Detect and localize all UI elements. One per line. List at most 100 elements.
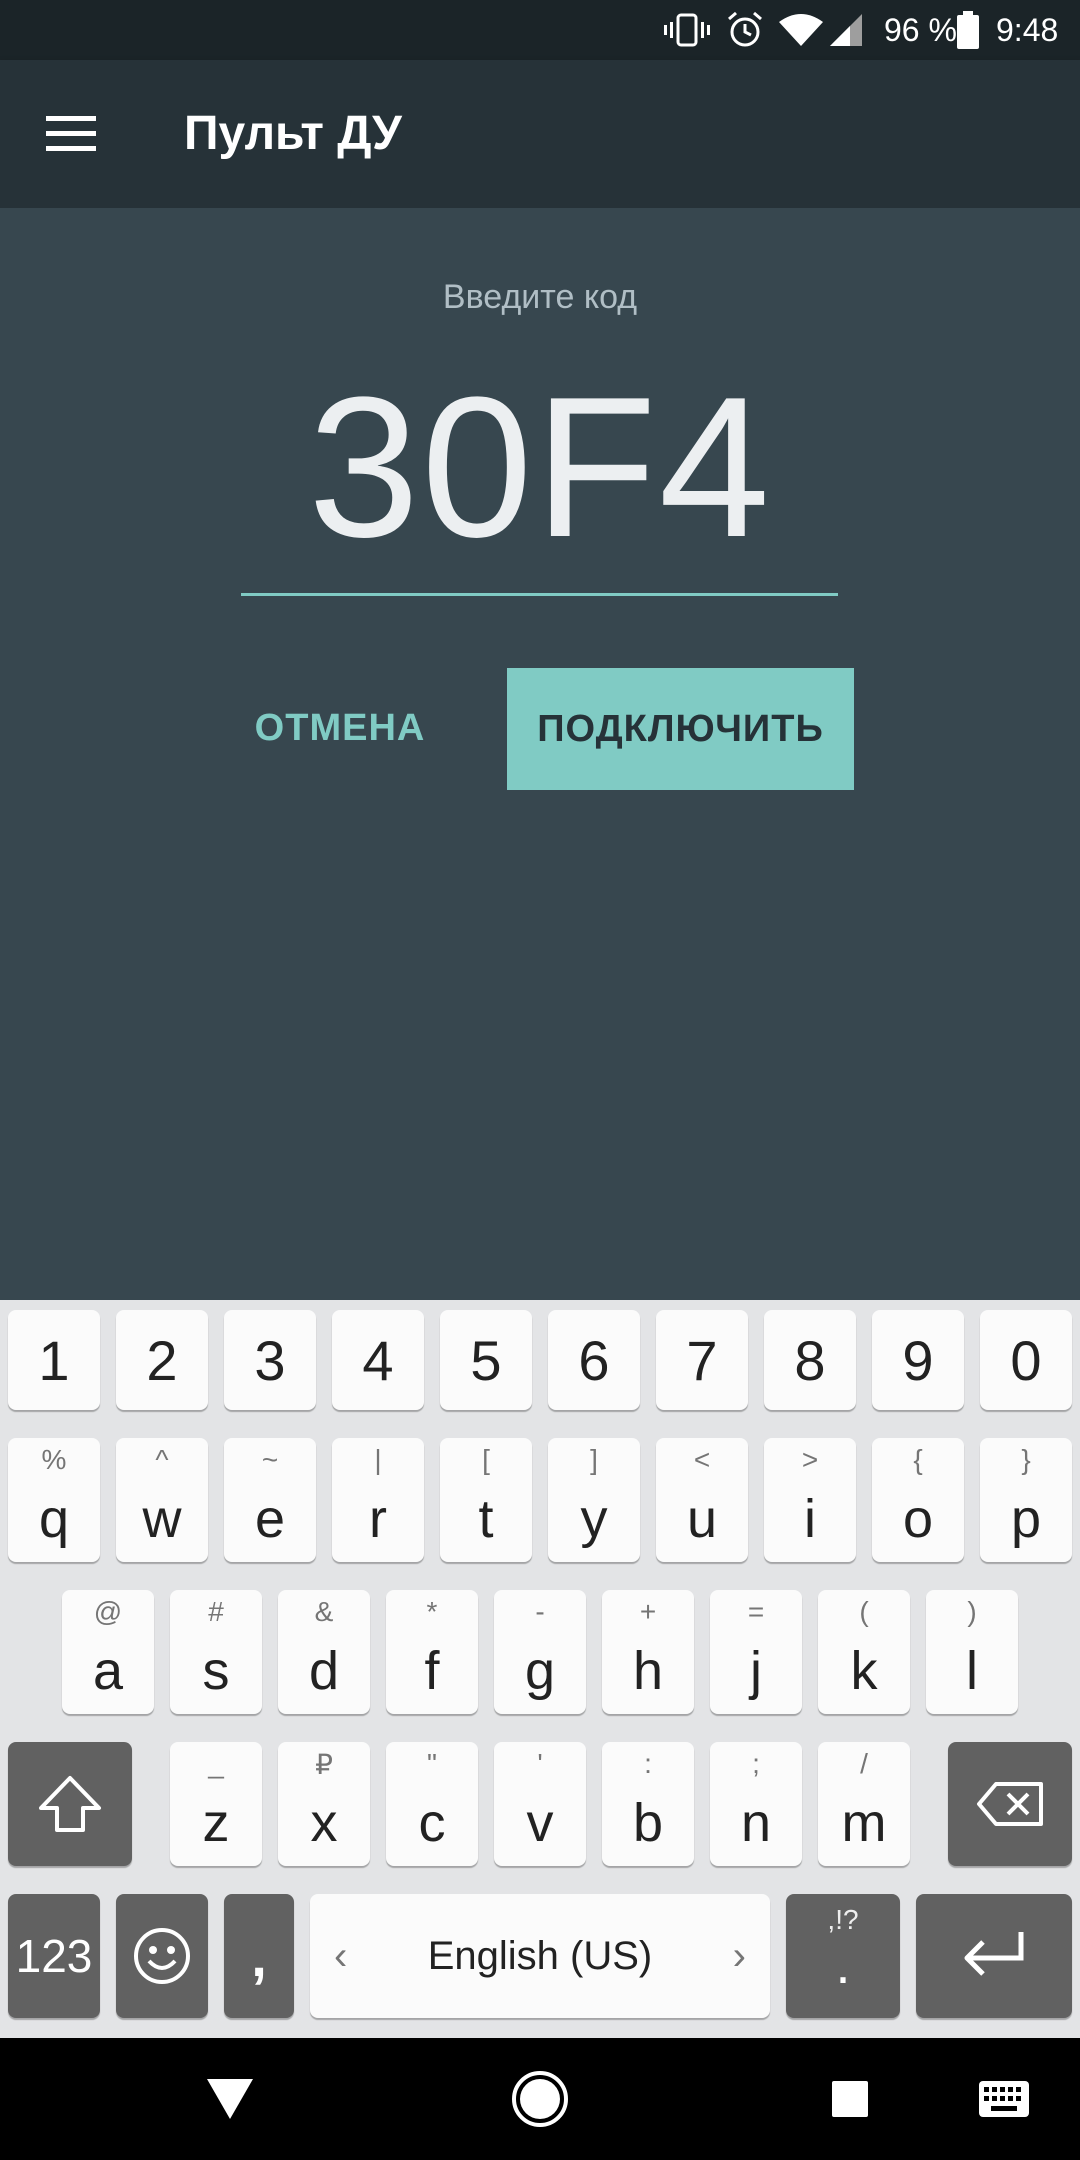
key-h[interactable]: + h (602, 1590, 694, 1714)
key-label: y (580, 1489, 608, 1549)
space-key[interactable]: ‹ English (US) › (310, 1894, 770, 2018)
key-e[interactable]: ~ e (224, 1438, 316, 1562)
key-3[interactable]: 3 (224, 1310, 316, 1410)
recents-button[interactable] (780, 2038, 920, 2160)
key-hint: - (535, 1596, 545, 1627)
back-button[interactable] (160, 2038, 300, 2160)
shift-key[interactable] (8, 1742, 132, 1866)
key-label: i (804, 1489, 816, 1549)
home-button[interactable] (470, 2038, 610, 2160)
key-j[interactable]: = j (710, 1590, 802, 1714)
key-f[interactable]: * f (386, 1590, 478, 1714)
key-label: e (254, 1489, 286, 1549)
app-bar: Пульт ДУ (0, 60, 1080, 208)
key-u[interactable]: < u (656, 1438, 748, 1562)
key-label: o (902, 1489, 934, 1549)
menu-button[interactable] (28, 94, 114, 174)
key-label: b (632, 1793, 664, 1853)
key-hint: < (693, 1444, 711, 1475)
key-hint: ) (967, 1596, 977, 1627)
key-k[interactable]: (k (818, 1590, 910, 1714)
wifi-icon (778, 0, 824, 60)
key-1[interactable]: 1 (8, 1310, 100, 1410)
clock-text: 9:48 (996, 11, 1059, 48)
emoji-key[interactable] (116, 1894, 208, 2018)
key-6[interactable]: 6 (548, 1310, 640, 1410)
key-7[interactable]: 7 (656, 1310, 748, 1410)
key-label: r (369, 1489, 387, 1549)
key-c[interactable]: " c (386, 1742, 478, 1866)
key-d[interactable]: & d (278, 1590, 370, 1714)
cancel-button[interactable]: ОТМЕНА (222, 668, 458, 788)
key-g[interactable]: -g (494, 1590, 586, 1714)
key-label: . (835, 1935, 851, 1995)
comma-key[interactable]: , (224, 1894, 294, 2018)
key-4[interactable]: 4 (332, 1310, 424, 1410)
key-label: q (38, 1489, 70, 1549)
key-q[interactable]: % q (8, 1438, 100, 1562)
key-label: x (310, 1793, 338, 1853)
code-prompt-label: Введите код (442, 278, 638, 316)
key-0[interactable]: 0 (980, 1310, 1072, 1410)
key-o[interactable]: {o (872, 1438, 964, 1562)
key-hint: ' (537, 1748, 543, 1779)
key-i[interactable]: > i (764, 1438, 856, 1562)
key-w[interactable]: ^ w (116, 1438, 208, 1562)
key-label: 1 (38, 1328, 70, 1392)
key-label: u (686, 1489, 718, 1549)
key-z[interactable]: _ z (170, 1742, 262, 1866)
key-label: f (424, 1641, 440, 1701)
key-hint: " (427, 1748, 437, 1779)
status-bar: 96 % 9:48 (0, 0, 1080, 60)
key-label: n (740, 1793, 772, 1853)
key-hint: @ (93, 1596, 123, 1627)
key-label: p (1010, 1489, 1042, 1549)
symbols-key[interactable]: 123 (8, 1894, 100, 2018)
key-hint: | (374, 1444, 382, 1475)
key-label: 7 (686, 1328, 718, 1392)
recents-icon (832, 2081, 868, 2117)
shift-icon (39, 1776, 101, 1832)
code-input[interactable]: 30F4 (0, 358, 1080, 578)
pairing-panel: Введите код 30F4 ОТМЕНА ПОДКЛЮЧИТЬ (0, 208, 1080, 1300)
key-y[interactable]: ] y (548, 1438, 640, 1562)
connect-button[interactable]: ПОДКЛЮЧИТЬ (507, 668, 854, 790)
chevron-left-icon: ‹ (334, 1933, 348, 1978)
keyboard-switch-button[interactable] (934, 2038, 1074, 2160)
key-label: j (750, 1641, 762, 1701)
key-hint: { (913, 1444, 923, 1475)
key-label: l (966, 1641, 978, 1701)
key-hint: ( (859, 1596, 869, 1627)
clock: 9:48 (996, 0, 1080, 60)
key-5[interactable]: 5 (440, 1310, 532, 1410)
key-label: 123 (15, 1930, 93, 1982)
key-b[interactable]: :b (602, 1742, 694, 1866)
key-label: d (308, 1641, 340, 1701)
key-x[interactable]: ₽ x (278, 1742, 370, 1866)
app-title: Пульт ДУ (184, 107, 402, 160)
key-label: k (850, 1641, 878, 1701)
key-2[interactable]: 2 (116, 1310, 208, 1410)
key-8[interactable]: 8 (764, 1310, 856, 1410)
period-key[interactable]: ,!? . (786, 1894, 900, 2018)
key-r[interactable]: | r (332, 1438, 424, 1562)
key-m[interactable]: / m (818, 1742, 910, 1866)
menu-icon (46, 116, 96, 151)
key-n[interactable]: ; n (710, 1742, 802, 1866)
backspace-key[interactable] (948, 1742, 1072, 1866)
key-9[interactable]: 9 (872, 1310, 964, 1410)
key-label: 8 (794, 1328, 826, 1392)
key-label: w (142, 1489, 182, 1549)
key-label: 9 (902, 1328, 934, 1392)
key-hint: > (801, 1444, 819, 1475)
key-a[interactable]: @ a (62, 1590, 154, 1714)
key-label: c (418, 1793, 446, 1853)
key-hint: & (314, 1596, 334, 1627)
key-label: 5 (470, 1328, 502, 1392)
enter-key[interactable] (916, 1894, 1072, 2018)
key-t[interactable]: [t (440, 1438, 532, 1562)
key-l[interactable]: ) l (926, 1590, 1018, 1714)
key-s[interactable]: # s (170, 1590, 262, 1714)
key-p[interactable]: } p (980, 1438, 1072, 1562)
key-v[interactable]: ' v (494, 1742, 586, 1866)
